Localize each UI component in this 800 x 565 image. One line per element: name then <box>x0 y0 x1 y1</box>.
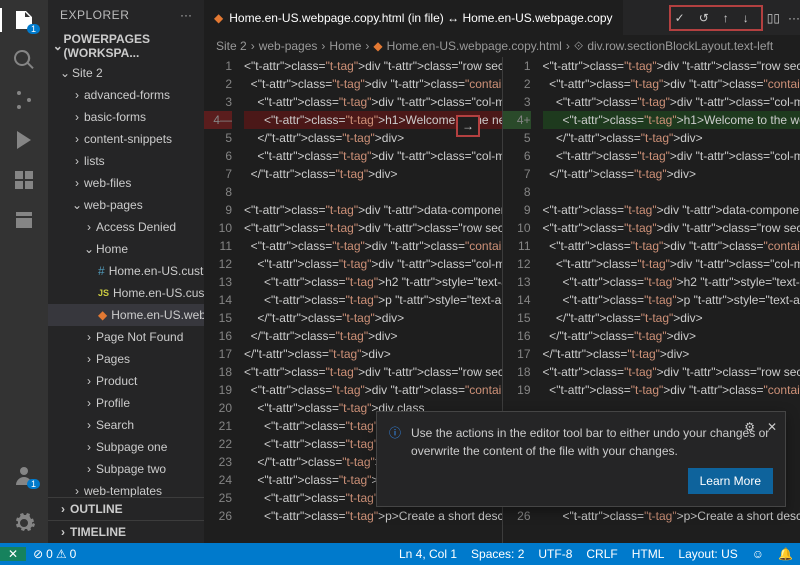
layout-indicator[interactable]: Layout: US <box>671 547 744 561</box>
status-bar: ✕ ⊘0⚠0 Ln 4, Col 1 Spaces: 2 UTF-8 CRLF … <box>0 543 800 565</box>
toast-settings-icon[interactable]: ⚙ <box>744 420 755 434</box>
explorer-more-icon[interactable]: ··· <box>180 8 192 22</box>
tree-folder[interactable]: ›content-snippets <box>48 128 204 150</box>
tree-folder[interactable]: ›Subpage one <box>48 436 204 458</box>
accept-icon[interactable]: ✓ <box>671 7 689 29</box>
tree-file[interactable]: JSHome.en-US.cust... <box>48 282 204 304</box>
feedback-icon[interactable]: ☺ <box>745 547 771 561</box>
tree-folder-webpages[interactable]: ⌄web-pages <box>48 194 204 216</box>
editor-area: ◆Home.en-US.webpage.copy.html (in file) … <box>204 0 800 543</box>
split-layout-icon[interactable]: ▯▯ <box>767 11 780 25</box>
bell-icon[interactable]: 🔔 <box>771 547 800 561</box>
workspace-header[interactable]: ⌄POWERPAGES (WORKSPA... <box>48 30 204 62</box>
outline-section[interactable]: ›OUTLINE <box>48 497 204 520</box>
activity-bar: 1 1 <box>0 0 48 543</box>
tree-folder[interactable]: ›lists <box>48 150 204 172</box>
remote-indicator[interactable]: ✕ <box>0 547 26 561</box>
tree-folder[interactable]: ›Pages <box>48 348 204 370</box>
account-activity[interactable]: 1 <box>0 463 48 487</box>
tab-more-icon[interactable]: ··· <box>788 11 800 25</box>
encoding-indicator[interactable]: UTF-8 <box>531 547 579 561</box>
editor-tab[interactable]: ◆Home.en-US.webpage.copy.html (in file) … <box>204 0 623 35</box>
powerpages-activity[interactable] <box>0 208 48 232</box>
explorer-activity[interactable]: 1 <box>0 8 48 32</box>
tree-folder[interactable]: ›web-templates <box>48 480 204 497</box>
language-indicator[interactable]: HTML <box>625 547 672 561</box>
next-change-icon[interactable]: ↓ <box>739 7 753 29</box>
diff-transfer-icon[interactable]: → <box>456 115 480 137</box>
tree-folder[interactable]: ›Page Not Found <box>48 326 204 348</box>
tree-folder-site[interactable]: ⌄Site 2 <box>48 62 204 84</box>
tree-folder[interactable]: ›Product <box>48 370 204 392</box>
timeline-section[interactable]: ›TIMELINE <box>48 520 204 543</box>
notification-toast: ⓘ Use the actions in the editor tool bar… <box>376 411 786 507</box>
settings-activity[interactable] <box>0 511 48 535</box>
eol-indicator[interactable]: CRLF <box>579 547 624 561</box>
file-tree: ⌄Site 2 ›advanced-forms ›basic-forms ›co… <box>48 62 204 497</box>
search-activity[interactable] <box>0 48 48 72</box>
indent-indicator[interactable]: Spaces: 2 <box>464 547 531 561</box>
tree-folder-home[interactable]: ⌄Home <box>48 238 204 260</box>
tab-bar: ◆Home.en-US.webpage.copy.html (in file) … <box>204 0 800 35</box>
tree-file[interactable]: #Home.en-US.cust... <box>48 260 204 282</box>
sidebar: EXPLORER··· ⌄POWERPAGES (WORKSPA... ⌄Sit… <box>48 0 204 543</box>
extensions-activity[interactable] <box>0 168 48 192</box>
tree-folder[interactable]: ›basic-forms <box>48 106 204 128</box>
tree-folder[interactable]: ›Search <box>48 414 204 436</box>
cursor-position[interactable]: Ln 4, Col 1 <box>392 547 464 561</box>
tree-folder[interactable]: ›advanced-forms <box>48 84 204 106</box>
learn-more-button[interactable]: Learn More <box>688 468 773 494</box>
toast-message: Use the actions in the editor tool bar t… <box>411 426 769 458</box>
tree-folder[interactable]: ›Access Denied <box>48 216 204 238</box>
diff-toolbar: ✓ ↺ ↑ ↓ <box>669 5 763 31</box>
toast-close-icon[interactable]: ✕ <box>767 420 777 434</box>
tree-folder[interactable]: ›Subpage two <box>48 458 204 480</box>
tree-folder[interactable]: ›Profile <box>48 392 204 414</box>
problems-indicator[interactable]: ⊘0⚠0 <box>26 547 83 561</box>
info-icon: ⓘ <box>389 424 401 494</box>
run-activity[interactable] <box>0 128 48 152</box>
revert-icon[interactable]: ↺ <box>695 7 713 29</box>
html-file-icon: ◆ <box>214 11 223 25</box>
prev-change-icon[interactable]: ↑ <box>719 7 733 29</box>
explorer-title: EXPLORER <box>60 8 180 22</box>
breadcrumb[interactable]: Site 2›web-pages›Home›◆Home.en-US.webpag… <box>204 35 800 57</box>
tree-file-selected[interactable]: ◆Home.en-US.web... <box>48 304 204 326</box>
tree-folder[interactable]: ›web-files <box>48 172 204 194</box>
scm-activity[interactable] <box>0 88 48 112</box>
